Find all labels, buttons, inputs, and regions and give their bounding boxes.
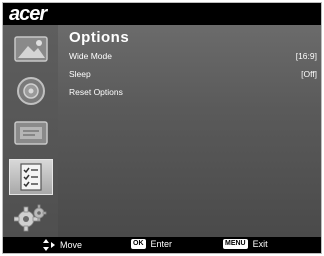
options-menu: Options Wide Mode [16:9] Sleep [Off] Res… <box>65 25 317 237</box>
hint-move-label: Move <box>60 240 83 250</box>
option-value: [16:9] <box>295 51 317 61</box>
speaker-icon <box>17 77 45 105</box>
ok-button-badge: OK <box>131 239 146 249</box>
category-sidebar <box>3 25 58 237</box>
option-sleep[interactable]: Sleep [Off] <box>69 69 317 83</box>
sidebar-item-adjust[interactable] <box>9 115 53 151</box>
osd-window: acer Options Wide Mode [16:9] Sleep [Off… <box>2 2 322 254</box>
brand-logo: acer <box>9 3 47 25</box>
hint-enter: OK Enter <box>131 239 172 249</box>
menu-title: Options <box>69 29 130 46</box>
button-hints-bar: Move OK Enter MENU Exit <box>3 237 321 253</box>
sidebar-item-picture[interactable] <box>9 31 53 67</box>
hint-move: Move <box>41 239 82 251</box>
option-reset-options[interactable]: Reset Options <box>69 87 317 101</box>
menu-button-badge: MENU <box>223 239 248 249</box>
checklist-icon <box>20 163 42 191</box>
osd-panel: Options Wide Mode [16:9] Sleep [Off] Res… <box>3 25 321 237</box>
option-wide-mode[interactable]: Wide Mode [16:9] <box>69 51 317 65</box>
sidebar-item-management[interactable] <box>9 201 53 237</box>
option-label: Reset Options <box>69 87 123 97</box>
sidebar-item-options[interactable] <box>9 159 53 195</box>
display-settings-icon <box>14 121 48 145</box>
picture-icon <box>14 36 48 62</box>
gears-icon <box>14 204 47 232</box>
sidebar-item-audio[interactable] <box>9 73 53 109</box>
header-bar: acer <box>3 3 321 25</box>
hint-exit: MENU Exit <box>223 239 268 249</box>
option-label: Wide Mode <box>69 51 112 61</box>
hint-exit-label: Exit <box>252 239 268 249</box>
option-label: Sleep <box>69 69 91 79</box>
option-value: [Off] <box>301 69 317 79</box>
navigate-arrows-icon <box>43 239 55 251</box>
hint-enter-label: Enter <box>150 239 173 249</box>
